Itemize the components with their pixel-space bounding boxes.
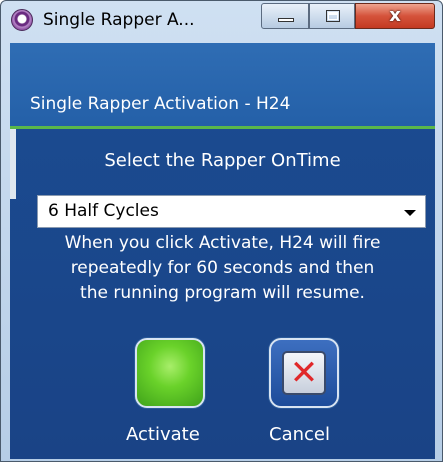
window-title: Single Rapper A... bbox=[43, 10, 195, 30]
app-icon[interactable] bbox=[11, 9, 33, 31]
chevron-down-icon[interactable] bbox=[404, 210, 416, 216]
cancel-label[interactable]: Cancel bbox=[269, 424, 330, 445]
dialog-header: Single Rapper Activation - H24 bbox=[10, 43, 435, 126]
select-label: Select the Rapper OnTime bbox=[104, 150, 341, 171]
rapper-ontime-select[interactable]: 6 Half Cycles bbox=[37, 195, 426, 228]
dialog-header-title: Single Rapper Activation - H24 bbox=[30, 94, 291, 114]
maximize-button[interactable] bbox=[309, 3, 355, 29]
dialog-content: Single Rapper Activation - H24 Select th… bbox=[10, 43, 435, 459]
close-button[interactable]: x bbox=[355, 3, 435, 29]
description-line: the running program will resume. bbox=[80, 283, 365, 303]
x-glyph: ✕ bbox=[289, 353, 319, 393]
dialog-window: Single Rapper A... x Single Rapper Activ… bbox=[0, 0, 443, 462]
description-line: repeatedly for 60 seconds and then bbox=[70, 258, 375, 278]
description-line: When you click Activate, H24 will fire bbox=[64, 233, 381, 253]
description-text: When you click Activate, H24 will fire r… bbox=[10, 231, 435, 306]
maximize-icon bbox=[326, 10, 340, 22]
activate-label[interactable]: Activate bbox=[126, 424, 200, 445]
header-divider bbox=[10, 126, 435, 129]
activate-button[interactable] bbox=[135, 338, 205, 408]
cancel-button[interactable]: ✕ bbox=[269, 338, 339, 408]
red-x-cancel-icon: ✕ bbox=[282, 351, 326, 395]
close-icon: x bbox=[389, 5, 401, 26]
minimize-icon bbox=[278, 18, 294, 22]
title-bar[interactable]: Single Rapper A... x bbox=[1, 1, 442, 41]
minimize-button[interactable] bbox=[261, 3, 309, 29]
dropdown-value: 6 Half Cycles bbox=[48, 201, 159, 221]
